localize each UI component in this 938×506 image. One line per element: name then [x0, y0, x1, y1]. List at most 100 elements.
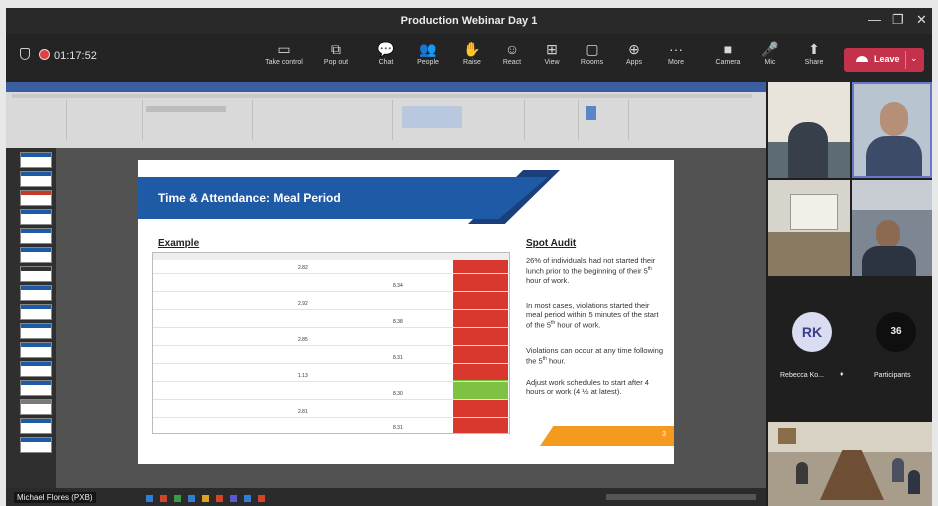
attendee — [908, 470, 920, 494]
slide-thumbnail[interactable] — [20, 323, 52, 339]
chat-button[interactable]: 💬 Chat — [364, 40, 408, 67]
take-control-button[interactable]: ▭ Take control — [262, 40, 306, 67]
video-tile[interactable] — [768, 82, 850, 178]
app-icon[interactable] — [216, 495, 223, 502]
mic-off-icon: ♦ — [840, 371, 844, 378]
leave-button[interactable]: Leave ⌄ — [844, 48, 924, 72]
close-button[interactable]: ✕ — [916, 12, 927, 28]
shared-screen: Time & Attendance: Meal Period Example 2… — [6, 82, 766, 506]
slide-thumbnail[interactable] — [20, 209, 52, 225]
video-tile-active-speaker[interactable] — [852, 82, 932, 178]
ribbon-group-clipboard — [10, 100, 67, 140]
slide-thumbnail[interactable] — [20, 266, 52, 282]
presenter-name: Michael Flores (PXB) — [14, 492, 96, 503]
slide-footer-accent: 3 — [540, 426, 674, 446]
camera-label: Camera — [715, 59, 741, 66]
video-tile[interactable] — [852, 180, 932, 276]
participant-gallery: RK Rebecca Ko... ♦ 36 Participants — [766, 82, 932, 506]
slide-thumbnail[interactable] — [20, 437, 52, 453]
minimize-button[interactable]: — — [868, 12, 881, 27]
share-button[interactable]: ⬆ Share — [792, 40, 836, 67]
audit-paragraph-4: Adjust work schedules to start after 4 h… — [526, 378, 649, 396]
slide-thumbnail[interactable] — [20, 380, 52, 396]
participant-face — [876, 220, 900, 248]
shapes-gallery[interactable] — [402, 106, 462, 128]
slide-thumbnail[interactable] — [20, 247, 52, 263]
slide-thumbnail[interactable] — [20, 228, 52, 244]
app-icon[interactable] — [258, 495, 265, 502]
chevron-down-icon[interactable]: ⌄ — [910, 53, 918, 64]
ribbon-group-editing — [524, 100, 579, 140]
slide-title: Time & Attendance: Meal Period — [158, 191, 341, 205]
dictate-icon[interactable] — [586, 106, 596, 120]
pop-out-button[interactable]: ⧉ Pop out — [314, 40, 358, 67]
shield-icon — [20, 48, 30, 60]
rooms-icon: ▢ — [585, 41, 599, 57]
meeting-toolbar: 01:17:52 ▭ Take control ⧉ Pop out 💬 Chat 👥 Peop… — [6, 34, 932, 82]
example-heading: Example — [158, 238, 200, 249]
table-cell: 2.82 — [298, 265, 308, 271]
slide-title-banner: Time & Attendance: Meal Period — [138, 177, 548, 219]
rooms-button[interactable]: ▢ Rooms — [570, 40, 614, 67]
table-header — [153, 253, 509, 260]
slide-thumbnail[interactable] — [20, 152, 52, 168]
more-button[interactable]: ··· More — [654, 40, 698, 67]
participants-count[interactable]: 36 — [876, 312, 916, 352]
font-selector[interactable] — [146, 106, 226, 112]
table-cell: 2.85 — [298, 337, 308, 343]
slide-thumbnail[interactable] — [20, 285, 52, 301]
apps-label: Apps — [626, 59, 642, 66]
take-control-label: Take control — [265, 59, 303, 66]
recording-icon — [39, 49, 50, 60]
video-tile-conference-room[interactable] — [768, 422, 932, 506]
slide-thumbnail[interactable] — [20, 418, 52, 434]
powerpoint-title-bar — [6, 82, 766, 92]
people-button[interactable]: 👥 People — [406, 40, 450, 67]
participant-avatar-rk[interactable]: RK — [792, 312, 832, 352]
start-icon[interactable] — [146, 495, 153, 502]
restore-button[interactable]: ❐ — [892, 12, 904, 28]
phone-hangup-icon — [856, 56, 868, 62]
participant-face — [880, 102, 908, 136]
table-row — [153, 386, 509, 400]
teams-window: Production Webinar Day 1 — ❐ ✕ 01:17:52 … — [6, 8, 932, 506]
participant-name: Rebecca Ko... — [780, 372, 824, 379]
attendee — [796, 462, 808, 484]
current-slide[interactable]: Time & Attendance: Meal Period Example 2… — [138, 160, 674, 464]
react-button[interactable]: ☺ React — [490, 40, 534, 67]
window-title: Production Webinar Day 1 — [400, 15, 538, 27]
chat-label: Chat — [378, 59, 394, 66]
mic-button[interactable]: 🎤 Mic — [748, 40, 792, 67]
audit-paragraph-2: In most cases, violations started their … — [526, 301, 659, 330]
table-row — [153, 404, 509, 418]
slide-thumbnails — [6, 148, 56, 488]
table-cell: 2.81 — [298, 409, 308, 415]
react-icon: ☺ — [504, 41, 520, 57]
table-cell: 8.34 — [393, 283, 403, 289]
slide-thumbnail[interactable] — [20, 171, 52, 187]
raise-button[interactable]: ✋ Raise — [450, 40, 494, 67]
slide-thumbnail[interactable] — [20, 342, 52, 358]
ribbon-tabs — [12, 94, 752, 98]
app-icon[interactable] — [244, 495, 251, 502]
app-icon[interactable] — [188, 495, 195, 502]
camera-button[interactable]: ■ Camera — [706, 40, 750, 67]
table-row — [153, 332, 509, 346]
video-tile[interactable] — [768, 180, 850, 276]
app-icon[interactable] — [174, 495, 181, 502]
audit-paragraph-3: Violations can occur at any time followi… — [526, 346, 664, 366]
slide-thumbnail[interactable] — [20, 190, 52, 206]
raise-icon: ✋ — [463, 41, 481, 57]
app-icon[interactable] — [202, 495, 209, 502]
slide-thumbnail[interactable] — [20, 361, 52, 377]
audit-paragraph-1: 26% of individuals had not started their… — [526, 256, 656, 285]
apps-button[interactable]: ⊕ Apps — [612, 40, 656, 67]
people-icon: 👥 — [419, 41, 437, 57]
share-icon: ⬆ — [808, 41, 820, 57]
app-icon[interactable] — [230, 495, 237, 502]
slide-thumbnail[interactable] — [20, 304, 52, 320]
view-button[interactable]: ⊞ View — [530, 40, 574, 67]
slide-thumbnail[interactable] — [20, 399, 52, 415]
app-icon[interactable] — [160, 495, 167, 502]
apps-icon: ⊕ — [628, 41, 640, 57]
